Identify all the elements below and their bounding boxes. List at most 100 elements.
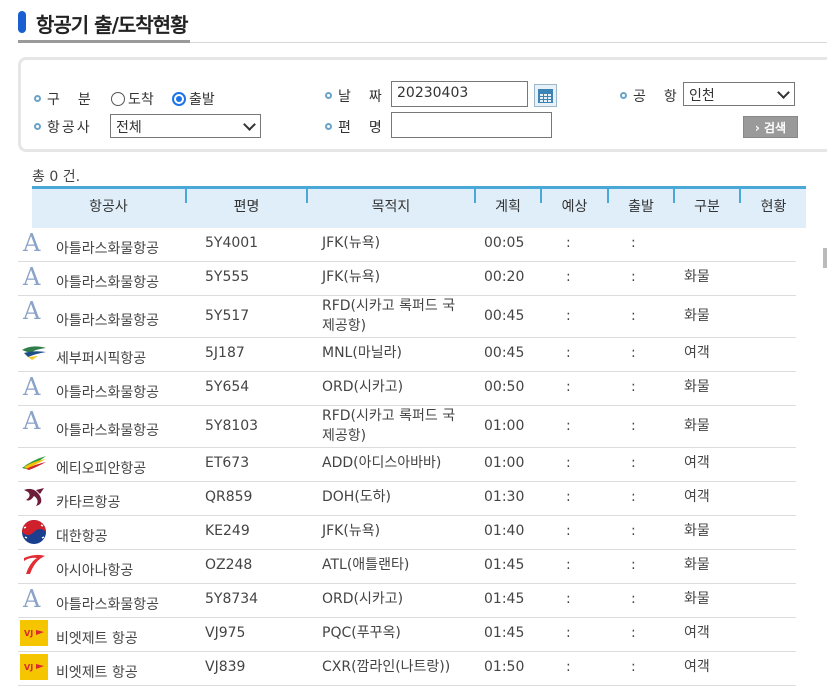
bullet-icon <box>34 123 41 130</box>
departure-time: : <box>631 379 636 395</box>
table-row: A 아틀라스화물항공 5Y8103 RFD(시카고 록퍼드 국 제공항) 01:00:: 화… <box>18 406 796 448</box>
departure-time: : <box>631 418 636 434</box>
flight-category: 여객 <box>684 489 710 505</box>
airline-name: 대한항공 <box>56 529 108 545</box>
flight-category: 화물 <box>684 418 710 434</box>
flight-category: 화물 <box>684 379 710 395</box>
radio-arrival[interactable]: 도착 <box>111 89 154 109</box>
airline-name: 비엣제트 항공 <box>56 631 138 647</box>
planned-time: 00:45 <box>484 345 525 361</box>
airline-name: 카타르항공 <box>56 495 121 511</box>
destination: ORD(시카고) <box>322 379 404 395</box>
departure-time: : <box>631 308 636 324</box>
flight-category: 화물 <box>684 591 710 607</box>
table-row: 세부퍼시픽항공 5J187 MNL(마닐라) 00:45:: 여객 <box>18 338 796 372</box>
flight-number: VJ975 <box>205 625 246 641</box>
date-field-label: 날 짜 <box>325 86 384 106</box>
flight-category: 화물 <box>684 557 710 573</box>
bullet-icon <box>620 92 627 99</box>
table-row: 카타르항공 QR859 DOH(도하) 01:30:: 여객 <box>18 482 796 516</box>
departure-time: : <box>631 523 636 539</box>
calendar-button[interactable] <box>534 84 557 107</box>
flight-category: 여객 <box>684 345 710 361</box>
flight-number-input[interactable] <box>391 112 552 138</box>
flight-number: 5Y517 <box>205 308 250 324</box>
destination: RFD(시카고 록퍼드 국 <box>322 298 456 314</box>
estimated-time: : <box>566 489 571 505</box>
departure-time: : <box>631 659 636 675</box>
destination: PQC(푸꾸옥) <box>322 625 401 641</box>
svg-text:VJ: VJ <box>24 629 33 638</box>
svg-text:A: A <box>22 586 41 612</box>
search-panel: 구 분 도착 출발 날 짜 20230403 공 항 인천 항공사 전체 편 명… <box>18 57 827 152</box>
header-category: 구분 <box>694 199 720 215</box>
destination: MNL(마닐라) <box>322 345 402 361</box>
date-input[interactable]: 20230403 <box>391 81 528 107</box>
korean-air-logo <box>20 518 48 546</box>
planned-time: 01:45 <box>484 591 525 607</box>
svg-text:A: A <box>22 298 41 324</box>
header-departed: 출발 <box>628 199 654 215</box>
estimated-time: : <box>566 523 571 539</box>
table-row: A 아틀라스화물항공 5Y8734 ORD(시카고) 01:45:: 화물 <box>18 584 796 618</box>
airline-name: 세부퍼시픽항공 <box>56 351 147 367</box>
ethiopian-logo <box>20 450 48 478</box>
flight-number: ET673 <box>205 455 250 471</box>
header-status: 현황 <box>760 199 787 215</box>
destination: ADD(아디스아바바) <box>322 455 442 471</box>
qatar-logo <box>20 484 48 512</box>
scrollbar[interactable] <box>823 248 827 268</box>
bullet-icon <box>325 123 332 130</box>
estimated-time: : <box>566 557 571 573</box>
header-destination: 목적지 <box>371 199 411 215</box>
departure-time: : <box>631 345 636 361</box>
divider <box>190 42 827 43</box>
radio-departure[interactable]: 출발 <box>172 89 215 109</box>
svg-text:A: A <box>22 264 41 290</box>
radio-departure-circle[interactable] <box>172 92 186 106</box>
estimated-time: : <box>566 379 571 395</box>
airline-select[interactable]: 전체 <box>110 114 261 138</box>
chevron-down-icon <box>243 118 256 131</box>
table-row: A 아틀라스화물항공 5Y517 RFD(시카고 록퍼드 국 제공항) 00:45:: 화물 <box>18 296 796 338</box>
flight-number: 5Y8103 <box>205 418 259 434</box>
airline-name: 에티오피안항공 <box>56 461 147 477</box>
planned-time: 00:45 <box>484 308 525 324</box>
destination: CXR(깜라인(나트랑)) <box>322 659 451 675</box>
departure-time: : <box>631 625 636 641</box>
destination-line-2: 제공항) <box>322 428 367 444</box>
title-marker <box>18 11 26 33</box>
destination: JFK(뉴욕) <box>322 523 381 539</box>
table-row: VJ 비엣제트 항공 VJ839 CXR(깜라인(나트랑)) 01:50:: 여객 <box>18 652 796 686</box>
atlas-logo: A <box>20 229 48 258</box>
flight-number: QR859 <box>205 489 253 505</box>
svg-text:A: A <box>22 230 41 256</box>
airport-select[interactable]: 인천 <box>683 82 795 106</box>
page-header: 항공기 출/도착현황 <box>18 6 827 43</box>
radio-arrival-circle[interactable] <box>111 92 125 106</box>
departure-time: : <box>631 591 636 607</box>
svg-text:A: A <box>22 408 41 434</box>
atlas-logo: A <box>20 407 48 436</box>
estimated-time: : <box>566 345 571 361</box>
search-button[interactable]: › 검색 <box>743 116 798 138</box>
page-title: 항공기 출/도착현황 <box>36 13 188 37</box>
airline-name: 비엣제트 항공 <box>56 665 138 681</box>
destination: ORD(시카고) <box>322 591 404 607</box>
estimated-time: : <box>566 625 571 641</box>
airline-name: 아틀라스화물항공 <box>56 275 160 291</box>
estimated-time: : <box>566 235 571 251</box>
flight-number: OZ248 <box>205 557 253 573</box>
airport-field-label: 공 항 <box>620 86 679 106</box>
destination: JFK(뉴욕) <box>322 269 381 285</box>
flight-number: VJ839 <box>205 659 246 675</box>
planned-time: 01:30 <box>484 489 525 505</box>
flight-number: 5Y4001 <box>205 235 259 251</box>
table-row: VJ 비엣제트 항공 VJ975 PQC(푸꾸옥) 01:45:: 여객 <box>18 618 796 652</box>
estimated-time: : <box>566 418 571 434</box>
type-field-label: 구 분 <box>34 89 93 109</box>
destination: RFD(시카고 록퍼드 국 <box>322 408 456 424</box>
table-row: A 아틀라스화물항공 5Y555 JFK(뉴욕) 00:20:: 화물 <box>18 262 796 296</box>
flight-category: 여객 <box>684 659 710 675</box>
table-header: 항공사 편명 목적지 계획 예상 출발 구분 현황 <box>32 186 806 228</box>
